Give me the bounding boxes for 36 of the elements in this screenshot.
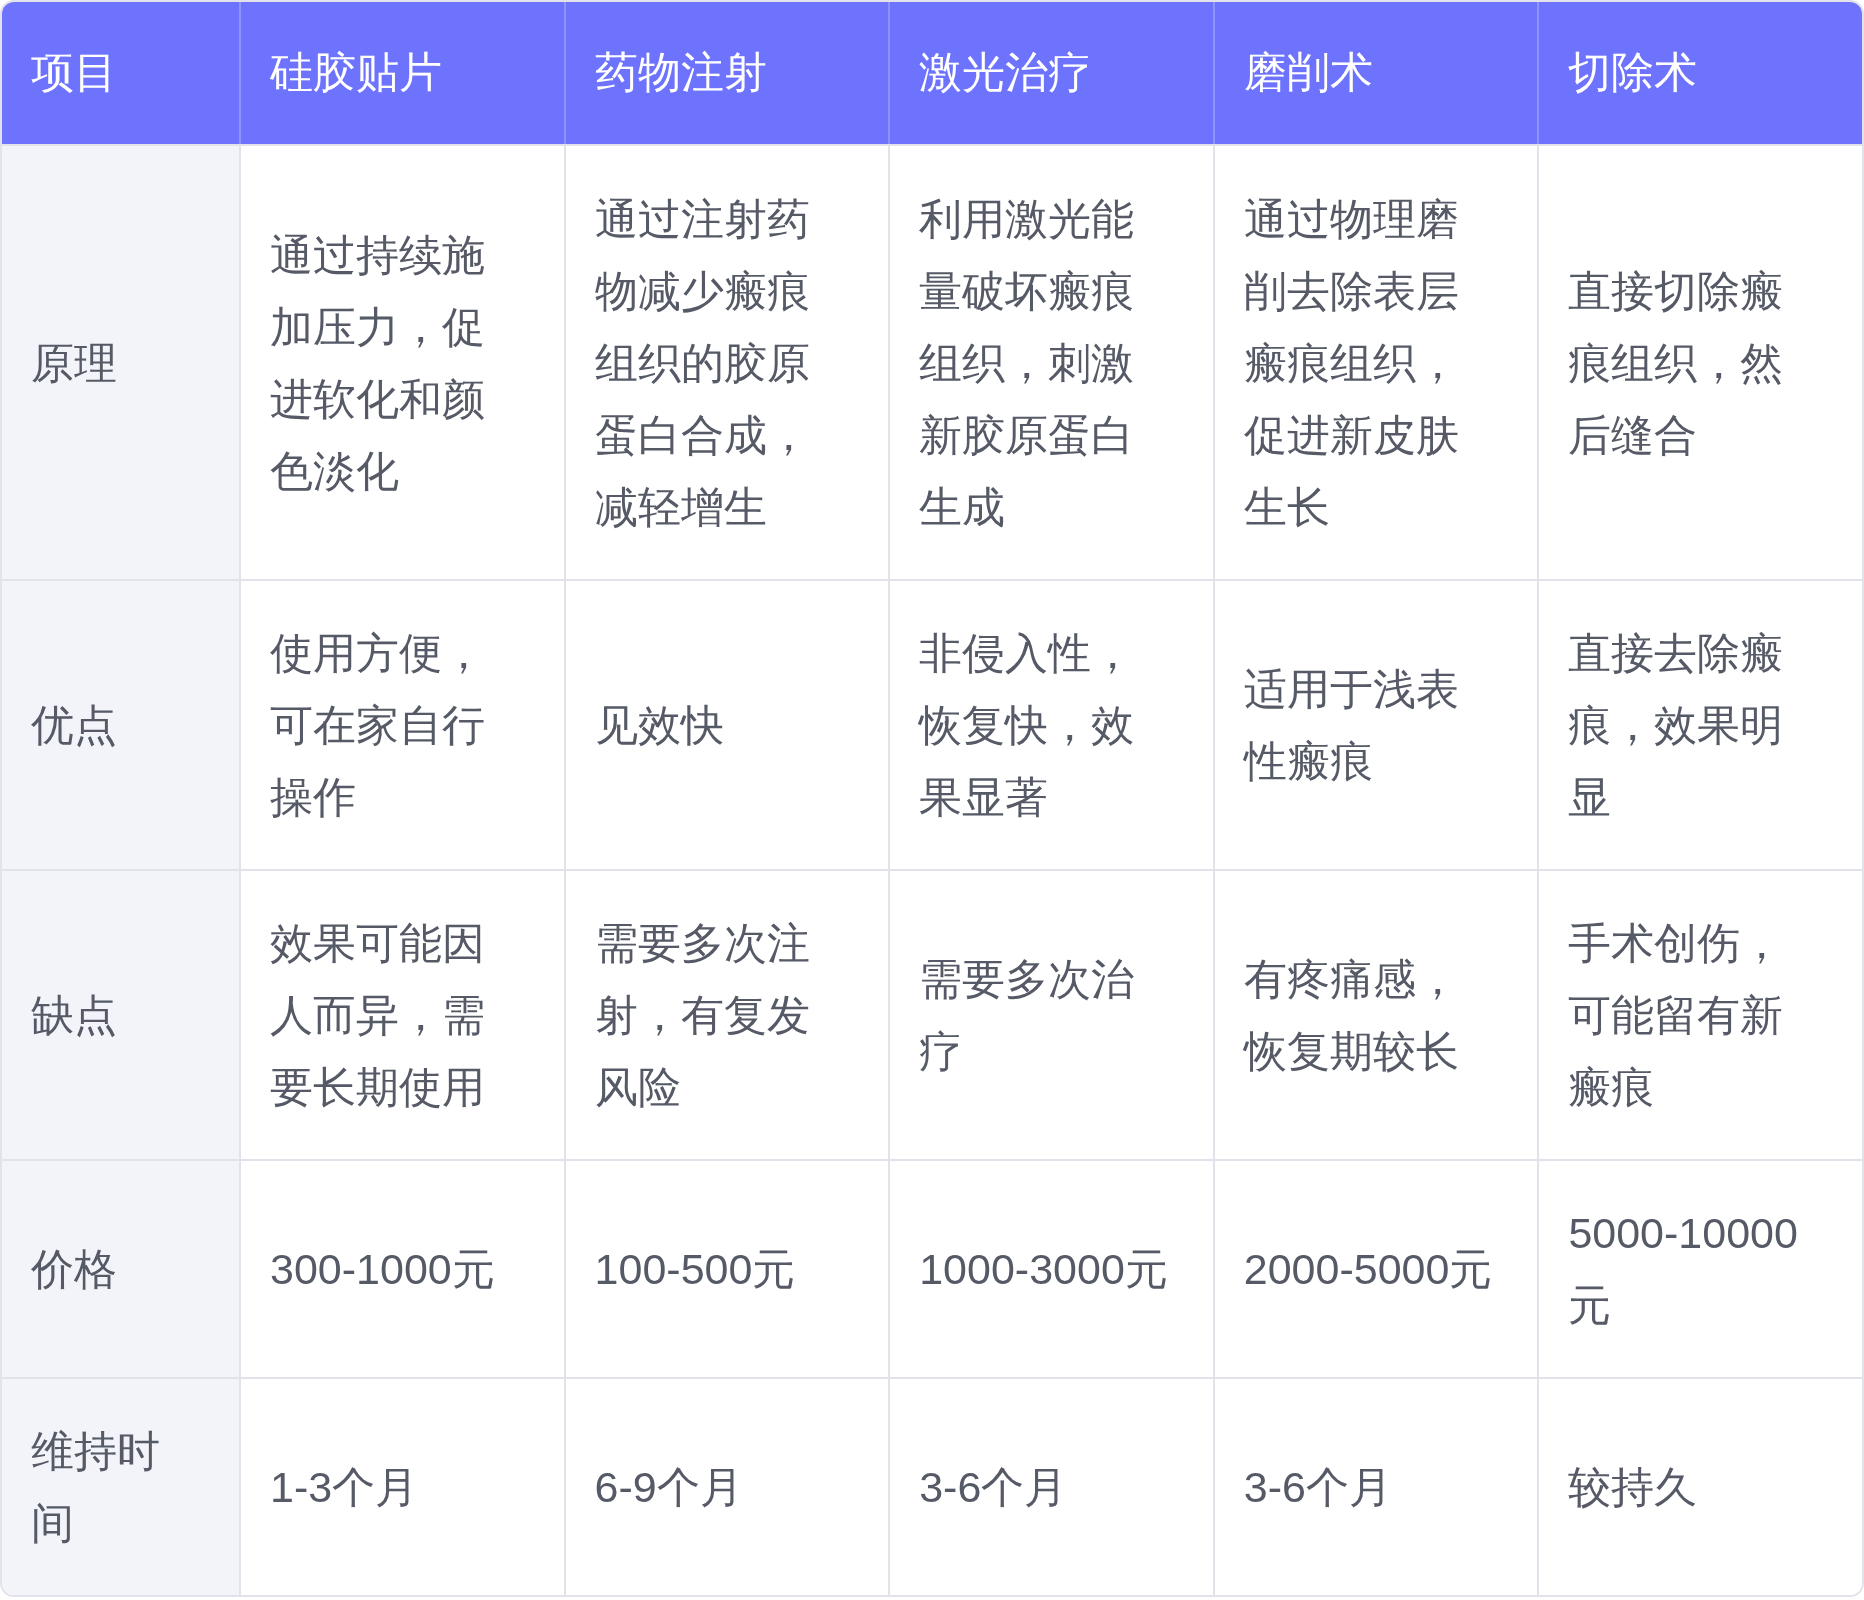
table-cell: 100-500元 bbox=[563, 1159, 889, 1377]
table-cell: 3-6个月 bbox=[1212, 1377, 1538, 1595]
header-cell: 激光治疗 bbox=[888, 2, 1213, 144]
header-cell: 硅胶贴片 bbox=[239, 2, 564, 144]
row-header-cell: 维持时间 bbox=[2, 1377, 239, 1595]
table-cell: 直接切除瘢痕组织，然后缝合 bbox=[1537, 144, 1862, 579]
table-cell: 直接去除瘢痕，效果明显 bbox=[1537, 579, 1862, 869]
row-header-cell: 价格 bbox=[2, 1159, 239, 1377]
row-header-cell: 优点 bbox=[2, 579, 239, 869]
row-header-cell: 原理 bbox=[2, 144, 239, 579]
table-cell: 通过持续施加压力，促进软化和颜色淡化 bbox=[239, 144, 564, 579]
table-cell: 有疼痛感，恢复期较长 bbox=[1212, 869, 1538, 1159]
table-cell: 较持久 bbox=[1537, 1377, 1862, 1595]
table-cell: 适用于浅表性瘢痕 bbox=[1212, 579, 1538, 869]
header-cell: 药物注射 bbox=[563, 2, 889, 144]
header-cell: 磨削术 bbox=[1212, 2, 1538, 144]
table-cell: 2000-5000元 bbox=[1212, 1159, 1538, 1377]
table-cell: 300-1000元 bbox=[239, 1159, 564, 1377]
table-cell: 效果可能因人而异，需要长期使用 bbox=[239, 869, 564, 1159]
table-cell: 需要多次注射，有复发风险 bbox=[563, 869, 889, 1159]
table-cell: 利用激光能量破坏瘢痕组织，刺激新胶原蛋白生成 bbox=[888, 144, 1213, 579]
table-cell: 通过注射药物减少瘢痕组织的胶原蛋白合成，减轻增生 bbox=[563, 144, 889, 579]
table-cell: 1000-3000元 bbox=[888, 1159, 1213, 1377]
table-cell: 需要多次治疗 bbox=[888, 869, 1213, 1159]
header-cell: 切除术 bbox=[1537, 2, 1862, 144]
table-cell: 通过物理磨削去除表层瘢痕组织，促进新皮肤生长 bbox=[1212, 144, 1538, 579]
table-cell: 5000-10000元 bbox=[1537, 1159, 1862, 1377]
table-cell: 1-3个月 bbox=[239, 1377, 564, 1595]
table-cell: 见效快 bbox=[563, 579, 889, 869]
header-cell: 项目 bbox=[2, 2, 239, 144]
table-cell: 使用方便，可在家自行操作 bbox=[239, 579, 564, 869]
table-cell: 3-6个月 bbox=[888, 1377, 1213, 1595]
table-cell: 6-9个月 bbox=[563, 1377, 889, 1595]
table-cell: 手术创伤，可能留有新瘢痕 bbox=[1537, 869, 1862, 1159]
row-header-cell: 缺点 bbox=[2, 869, 239, 1159]
table-cell: 非侵入性，恢复快，效果显著 bbox=[888, 579, 1213, 869]
